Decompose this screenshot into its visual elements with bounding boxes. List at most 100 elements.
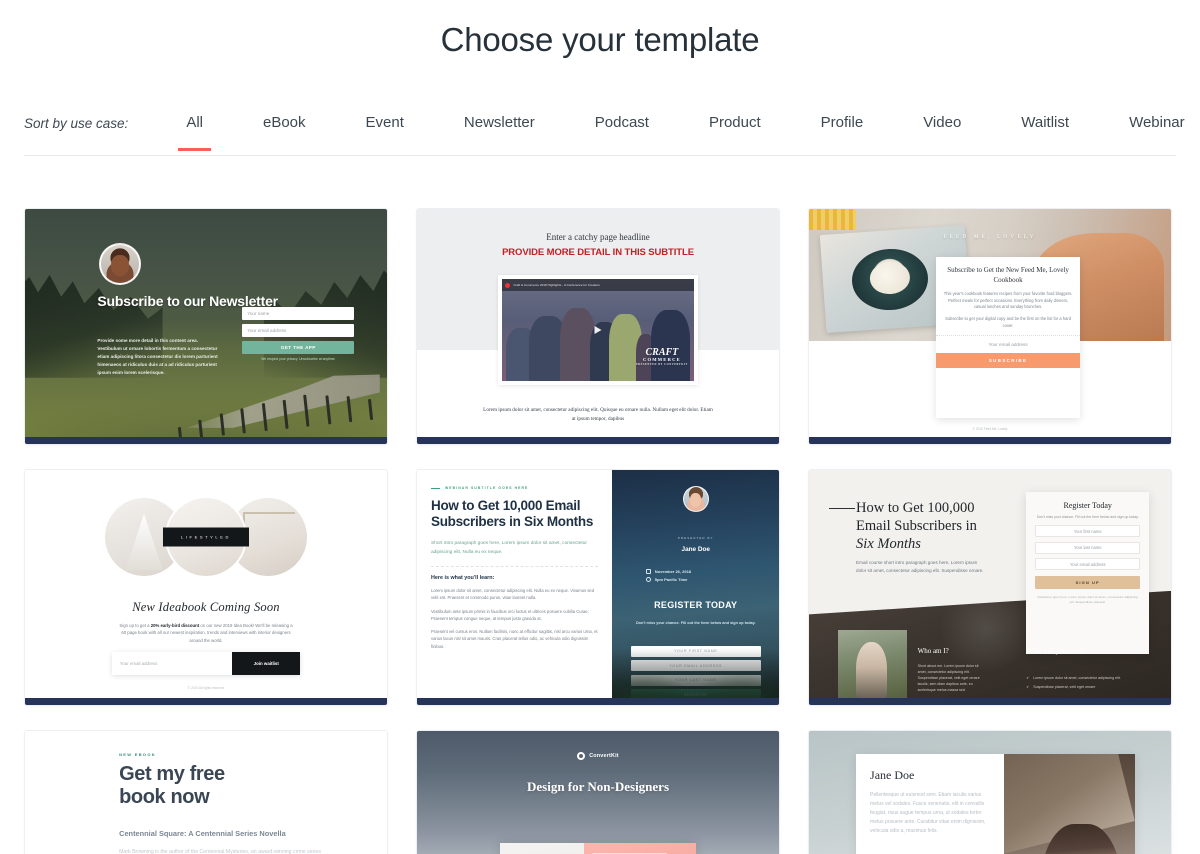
webinar-right-column: PRESENTED BY Jane Doe November 26, 2018 … <box>612 470 779 698</box>
tab-all[interactable]: All <box>178 108 211 151</box>
ideabook-thumbnail: LIFESTYLED New Ideabook Coming Soon Sign… <box>25 470 387 698</box>
template-card-email-course[interactable]: How to Get 100,000 Email Subscribers in … <box>808 469 1172 706</box>
template-card-webinar[interactable]: WEBINAR SUBTITLE GOES HERE How to Get 10… <box>416 469 780 706</box>
play-icon <box>594 325 602 334</box>
tab-product[interactable]: Product <box>709 108 761 151</box>
divider <box>431 566 599 568</box>
bullet-row-1: ✓ Lorem ipsum dolor sit amet, consectetur… <box>1026 675 1153 681</box>
free-book-thumbnail: NEW EBOOK Get my free book now Centennia… <box>25 731 387 854</box>
webinar-date-row: November 26, 2018 <box>645 568 691 576</box>
free-book-body: Mark Browning is the author of the Cente… <box>119 849 321 854</box>
sort-by-label: Sort by use case: <box>24 116 129 131</box>
last-name-field: Your last name <box>1035 541 1141 554</box>
eyebrow-rule <box>431 487 440 489</box>
card-base-bar <box>25 437 387 444</box>
webinar-time-row: 5pm Pacific Time <box>645 576 691 584</box>
course-heading: How to Get 100,000 Email Subscribers in … <box>856 499 1015 554</box>
tab-newsletter[interactable]: Newsletter <box>464 108 535 151</box>
cookbook-brand: FEED ME, LOVELY <box>943 234 1037 241</box>
card-base-bar <box>417 698 779 705</box>
use-case-tabs: All eBook Event Newsletter Podcast Produ… <box>156 108 1200 151</box>
brand-note: PRESENTED BY CONVERTKIT <box>636 362 688 366</box>
sign-up-button: SIGN UP <box>1035 576 1141 590</box>
register-form: YOUR FIRST NAME YOUR EMAIL ADDRESS YOUR … <box>630 645 761 698</box>
webinar-thumbnail: WEBINAR SUBTITLE GOES HERE How to Get 10… <box>417 470 779 698</box>
clock-icon <box>645 576 651 582</box>
subscribe-button: SUBSCRIBE <box>935 353 1081 369</box>
newsletter-thumbnail: Subscribe to our Newsletter Provide some… <box>25 209 387 437</box>
template-preview: ConvertKit Design for Non-Designers <box>417 731 779 854</box>
register-subtext: Don't miss your chance. Fill out the for… <box>635 621 756 626</box>
disclaimer-text: Disclaimer goes here, Lorem ipsum dolor … <box>1037 595 1138 605</box>
yellow-accent <box>809 209 857 231</box>
ideabook-footer: © 2019 All rights reserved <box>187 686 225 691</box>
cookbook-thumbnail: FEED ME, LOVELY Subscribe to Get the New… <box>809 209 1171 437</box>
privacy-note: We respect your privacy. Unsubscribe at … <box>261 357 336 362</box>
subscribe-panel: Subscribe to Get the New Feed Me, Lovely… <box>935 256 1081 418</box>
page-title: Choose your template <box>440 21 760 58</box>
tab-ebook[interactable]: eBook <box>263 108 306 151</box>
join-waitlist-button: Join waitlist <box>232 652 301 676</box>
tab-waitlist[interactable]: Waitlist <box>1021 108 1069 151</box>
body-pre: Sign up to get a <box>119 622 151 628</box>
cookbook-body: This year's cookbook features recipes fr… <box>943 291 1073 310</box>
filter-bar: Sort by use case: All eBook Event Newsle… <box>24 108 1185 156</box>
webinar-time: 5pm Pacific Time <box>654 576 688 582</box>
convertkit-wordmark: ConvertKit <box>589 752 619 759</box>
webinar-meta: November 26, 2018 5pm Pacific Time <box>645 568 691 584</box>
newsletter-body: Provide some more detail in this content… <box>97 337 218 375</box>
email-field: Your email address <box>119 661 158 667</box>
tab-profile[interactable]: Profile <box>821 108 864 151</box>
card-base-bar <box>417 437 779 444</box>
video-body: Lorem ipsum dolor sit amet, consectetur … <box>483 407 713 422</box>
webinar-heading: How to Get 10,000 Email Subscribers in S… <box>431 498 594 530</box>
play-badge-icon <box>505 282 511 288</box>
webinar-intro: Short intro paragraph goes here, Lorem i… <box>431 540 587 555</box>
course-mockup <box>500 842 696 854</box>
template-card-profile[interactable]: Jane Doe Pellentesque ut euismod sem. Et… <box>808 730 1172 854</box>
craft-commerce-logo: CRAFT COMMERCE PRESENTED BY CONVERTKIT <box>636 348 688 366</box>
webinar-left-column: WEBINAR SUBTITLE GOES HERE How to Get 10… <box>417 470 613 698</box>
cookbook-heading: Subscribe to Get the New Feed Me, Lovely… <box>947 265 1069 285</box>
card-base-bar <box>25 698 387 705</box>
tab-video[interactable]: Video <box>923 108 961 151</box>
template-card-cookbook[interactable]: FEED ME, LOVELY Subscribe to Get the New… <box>808 208 1172 445</box>
bullet-1: Lorem ipsum dolor sit amet, consectetur … <box>1033 676 1121 681</box>
template-card-free-book[interactable]: NEW EBOOK Get my free book now Centennia… <box>24 730 388 854</box>
tab-event[interactable]: Event <box>366 108 404 151</box>
check-icon: ✓ <box>1026 676 1030 681</box>
tab-webinar[interactable]: Webinar <box>1129 108 1185 151</box>
name-field: Your name <box>242 307 355 321</box>
circle-photo-group: LIFESTYLED <box>25 486 387 589</box>
template-chooser-page: Choose your template Sort by use case: A… <box>0 0 1200 854</box>
video-heading: Enter a catchy page headline <box>546 231 650 242</box>
template-card-ideabook[interactable]: LIFESTYLED New Ideabook Coming Soon Sign… <box>24 469 388 706</box>
cookbook-body-2: Subscribe to get your digital copy and b… <box>945 316 1071 328</box>
heading-line-1: Get my free <box>119 762 225 785</box>
tab-podcast[interactable]: Podcast <box>595 108 649 151</box>
profile-thumbnail: Jane Doe Pellentesque ut euismod sem. Et… <box>809 731 1171 854</box>
first-name-field: YOUR FIRST NAME <box>630 645 761 657</box>
learn-body-1: Lorem ipsum dolor sit amet, consectetur … <box>431 588 595 601</box>
last-name-field: YOUR LAST NAME <box>630 674 761 686</box>
video-embed: Craft & Commerce 2018 Highlights - A Con… <box>498 275 698 385</box>
signup-form: Your name Your email address GET THE APP… <box>242 307 355 362</box>
video-title-bar: Craft & Commerce 2018 Highlights - A Con… <box>502 279 694 292</box>
template-preview: How to Get 100,000 Email Subscribers in … <box>809 470 1171 698</box>
template-preview: NEW EBOOK Get my free book now Centennia… <box>25 731 387 854</box>
template-card-newsletter[interactable]: Subscribe to our Newsletter Provide some… <box>24 208 388 445</box>
email-field: Your email address <box>1035 558 1141 571</box>
learn-bullet-list: ✓ Lorem ipsum dolor sit amet, consectetur… <box>1026 675 1153 693</box>
bullet-2: Suspendisse placerat, velit eget ornare <box>1033 685 1096 690</box>
author-photo <box>837 629 907 698</box>
template-card-design-course[interactable]: ConvertKit Design for Non-Designers <box>416 730 780 854</box>
video-subtitle: PROVIDE MORE DETAIL IN THIS SUBTITLE <box>502 246 694 258</box>
presenter-avatar <box>682 485 709 512</box>
new-ebook-eyebrow: NEW EBOOK <box>119 751 156 757</box>
template-card-video[interactable]: Enter a catchy page headline PROVIDE MOR… <box>416 208 780 445</box>
lifestyled-logo: LIFESTYLED <box>162 527 250 547</box>
card-base-bar <box>809 437 1171 444</box>
email-field: Your email address <box>988 342 1028 348</box>
email-field: YOUR EMAIL ADDRESS <box>630 660 761 672</box>
heading-line-2: Email Subscribers in <box>856 517 977 534</box>
